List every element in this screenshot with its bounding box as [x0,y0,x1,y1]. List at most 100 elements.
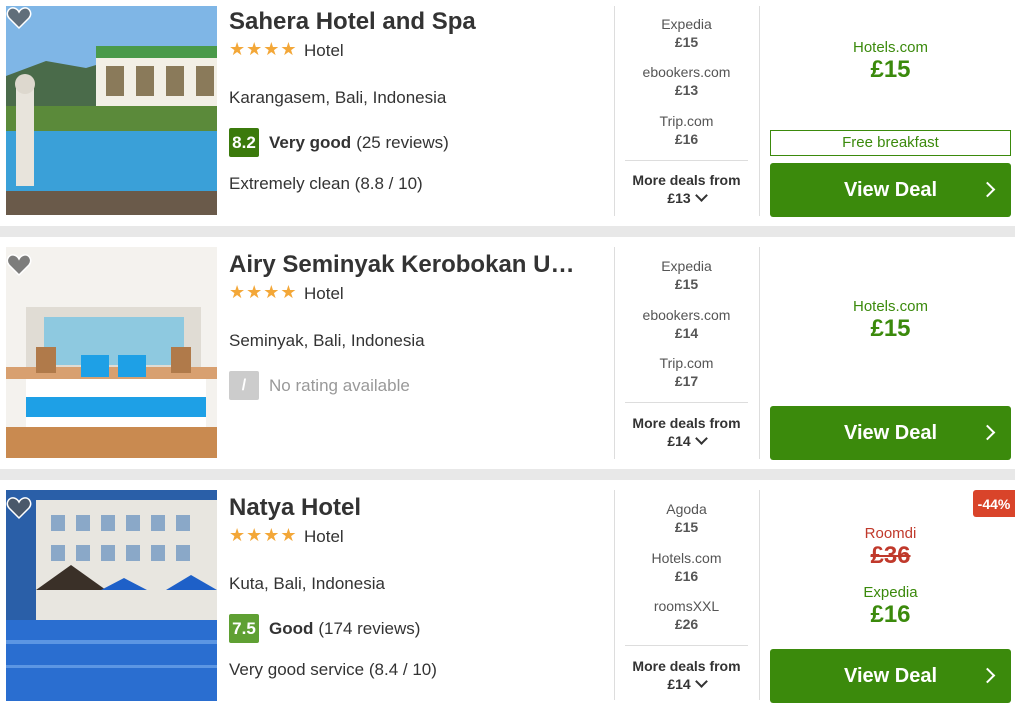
deal-item[interactable]: ebookers.com £14 [625,306,748,342]
review-count: (174 reviews) [318,618,421,638]
hotel-photo[interactable] [6,6,217,215]
deal-provider: Expedia [661,258,712,274]
best-price: £16 [870,601,911,628]
best-price: £15 [870,56,911,83]
deal-provider: Trip.com [659,113,714,129]
more-deals-label: More deals from [632,172,741,188]
best-deal[interactable]: Hotels.com £15 [770,39,1011,84]
hotel-photo[interactable] [6,490,217,701]
hotel-location: Karangasem, Bali, Indonesia [229,88,447,107]
view-deal-button[interactable]: View Deal [770,649,1011,703]
hotel-location: Seminyak, Bali, Indonesia [229,331,425,350]
rating-row[interactable]: 7.5 Good (174 reviews) [229,614,420,643]
star-rating-icon: ★★★★ [229,282,298,302]
best-price: £15 [870,315,911,342]
deal-price: £15 [674,276,699,292]
deal-item[interactable]: Expedia £15 [625,15,748,51]
chevron-down-icon [694,189,708,202]
best-provider: Hotels.com [852,298,929,315]
review-count: (25 reviews) [356,132,449,152]
hotel-photo[interactable] [6,247,217,458]
more-deals-button[interactable]: More deals from £14 [625,657,748,693]
deal-item[interactable]: Hotels.com £16 [625,549,748,585]
hotel-name[interactable]: Sahera Hotel and Spa [229,8,476,36]
view-deal-label: View Deal [843,421,938,444]
deal-item[interactable]: Agoda £15 [625,500,748,536]
view-deal-button[interactable]: View Deal [770,163,1011,217]
deal-provider: Agoda [666,501,707,517]
deal-item[interactable]: Trip.com £17 [625,354,748,390]
deal-price: £13 [674,82,699,98]
view-deal-button[interactable]: View Deal [770,406,1011,460]
deal-item[interactable]: roomsXXL £26 [625,597,748,633]
chevron-down-icon [694,675,708,688]
no-rating-label: No rating available [269,375,410,395]
more-deals-price: £14 [667,676,691,692]
deal-item[interactable]: Trip.com £16 [625,112,748,148]
chevron-right-icon [979,424,996,441]
subrating: Very good service (8.4 / 10) [229,660,437,679]
hotel-type: Hotel [304,41,344,60]
subrating: Extremely clean (8.8 / 10) [229,174,423,193]
chevron-right-icon [979,181,996,198]
deal-provider: Hotels.com [651,550,722,566]
deal-item[interactable]: ebookers.com £13 [625,63,748,99]
best-deal[interactable]: Expedia £16 [770,584,1011,629]
favorite-heart-icon[interactable] [6,6,32,30]
hotel-card: Natya Hotel ★★★★ Hotel Kuta, Bali, Indon… [0,480,1015,707]
star-rating-icon: ★★★★ [229,39,298,59]
rating-label: Very good [269,132,352,152]
rating-score: 8.2 [229,128,259,157]
best-provider: Hotels.com [852,39,929,56]
best-deal[interactable]: Hotels.com £15 [770,298,1011,343]
hotel-name[interactable]: Natya Hotel [229,494,361,522]
more-deals-label: More deals from [632,658,741,674]
deal-provider: Trip.com [659,355,714,371]
divider [614,6,615,216]
more-deals-button[interactable]: More deals from £13 [625,171,748,207]
deal-price: £26 [674,616,699,632]
deal-price: £16 [674,568,699,584]
hotel-name[interactable]: Airy Seminyak Kerobokan U… [229,251,574,279]
star-rating-icon: ★★★★ [229,525,298,545]
favorite-heart-icon[interactable] [6,496,32,520]
view-deal-label: View Deal [843,178,938,201]
divider [614,247,615,459]
deal-price: £14 [674,325,699,341]
rating-row[interactable]: 8.2 Very good (25 reviews) [229,128,449,157]
deal-provider: roomsXXL [653,598,720,614]
hotel-card: Airy Seminyak Kerobokan U… ★★★★ Hotel Se… [0,237,1015,469]
more-deals-button[interactable]: More deals from £14 [625,414,748,450]
hotel-location: Kuta, Bali, Indonesia [229,574,385,593]
more-deals-price: £14 [667,433,691,449]
divider [625,160,748,161]
chevron-right-icon [979,667,996,684]
rating-score: 7.5 [229,614,259,643]
deal-price: £16 [674,131,699,147]
divider [625,645,748,646]
divider [625,402,748,403]
more-deals-price: £13 [667,190,691,206]
rating-label: Good [269,618,314,638]
deal-item[interactable]: Expedia £15 [625,257,748,293]
original-provider: Roomdi [864,525,917,542]
deal-price: £15 [674,519,699,535]
deal-price: £17 [674,373,699,389]
divider [614,490,615,700]
view-deal-label: View Deal [843,664,938,687]
divider [759,247,760,459]
chevron-down-icon [694,432,708,445]
hotel-type: Hotel [304,284,344,303]
original-deal[interactable]: Roomdi £36 [770,525,1011,570]
divider [759,490,760,700]
rating-score-empty: / [229,371,259,400]
no-rating-row: / No rating available [229,371,410,400]
favorite-heart-icon[interactable] [6,253,32,277]
best-provider: Expedia [863,584,918,601]
deal-provider: ebookers.com [642,307,731,323]
deal-provider: Expedia [661,16,712,32]
hotel-card: Sahera Hotel and Spa ★★★★ Hotel Karangas… [0,0,1015,226]
discount-badge: -44% [973,490,1015,517]
free-breakfast-badge: Free breakfast [770,130,1011,156]
hotel-type: Hotel [304,527,344,546]
